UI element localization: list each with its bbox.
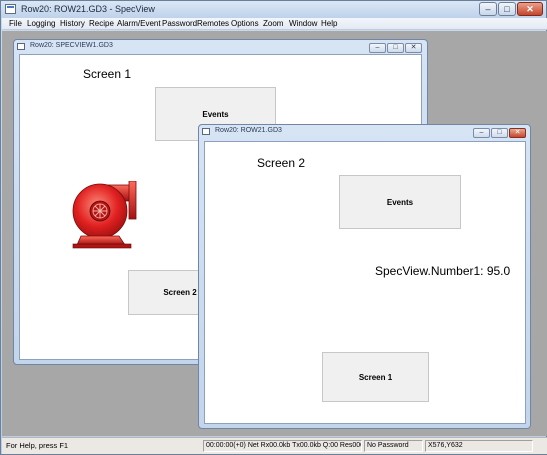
child-maximize-button[interactable]: □ xyxy=(387,43,404,53)
document-icon xyxy=(202,128,210,135)
menu-alarm-event[interactable]: Alarm/Event xyxy=(117,18,161,29)
menu-options[interactable]: Options xyxy=(231,18,259,29)
menu-zoom[interactable]: Zoom xyxy=(263,18,283,29)
status-network: 00:00:00(+0) Net Rx00.0kb Tx00.0kb Q:00 … xyxy=(203,440,362,452)
status-password: No Password xyxy=(364,440,423,452)
menu-help[interactable]: Help xyxy=(321,18,337,29)
screen1-nav-button[interactable]: Screen 1 xyxy=(322,352,429,402)
menu-file[interactable]: File xyxy=(9,18,22,29)
child-window-row21[interactable]: Row20: ROW21.GD3 – □ ✕ Screen 2 Events S… xyxy=(198,124,531,429)
child-window-title: Row20: SPECVIEW1.GD3 xyxy=(30,42,113,49)
close-button[interactable]: ✕ xyxy=(517,2,543,16)
screen2-canvas: Screen 2 Events SpecView.Number1: 95.0 S… xyxy=(204,141,526,424)
child-close-button[interactable]: ✕ xyxy=(405,43,422,53)
events-button-label: Events xyxy=(386,197,414,207)
menu-password[interactable]: Password xyxy=(162,18,197,29)
status-coordinates: X576,Y632 xyxy=(425,440,533,452)
screen2-nav-button-label: Screen 2 xyxy=(163,288,197,297)
app-icon xyxy=(5,4,16,14)
menu-logging[interactable]: Logging xyxy=(27,18,55,29)
status-bar: For Help, press F1 00:00:00(+0) Net Rx00… xyxy=(2,437,547,454)
menu-recipe[interactable]: Recipe xyxy=(89,18,114,29)
menu-remotes[interactable]: Remotes xyxy=(197,18,229,29)
menu-window[interactable]: Window xyxy=(289,18,317,29)
app-title-bar[interactable]: Row20: ROW21.GD3 - SpecView – □ ✕ xyxy=(1,1,546,18)
screen1-nav-button-label: Screen 1 xyxy=(358,372,393,382)
status-help-text: For Help, press F1 xyxy=(6,441,69,450)
screen-label: Screen 1 xyxy=(83,67,132,81)
specview-app-window: Row20: ROW21.GD3 - SpecView – □ ✕ File L… xyxy=(0,0,547,455)
child-maximize-button[interactable]: □ xyxy=(491,128,508,138)
child-minimize-button[interactable]: – xyxy=(473,128,490,138)
app-title: Row20: ROW21.GD3 - SpecView xyxy=(21,4,155,14)
number1-value-display: SpecView.Number1: 95.0 xyxy=(375,264,511,278)
document-icon xyxy=(17,43,25,50)
screen-label: Screen 2 xyxy=(257,156,306,170)
child-window-title: Row20: ROW21.GD3 xyxy=(215,127,282,134)
menu-bar: File Logging History Recipe Alarm/Event … xyxy=(2,18,547,30)
events-button-label: Events xyxy=(202,109,229,119)
child-minimize-button[interactable]: – xyxy=(369,43,386,53)
centrifugal-pump-icon xyxy=(72,181,137,249)
events-button[interactable]: Events xyxy=(339,175,461,229)
menu-history[interactable]: History xyxy=(60,18,85,29)
maximize-button[interactable]: □ xyxy=(498,2,516,16)
minimize-button[interactable]: – xyxy=(479,2,497,16)
child-close-button[interactable]: ✕ xyxy=(509,128,526,138)
